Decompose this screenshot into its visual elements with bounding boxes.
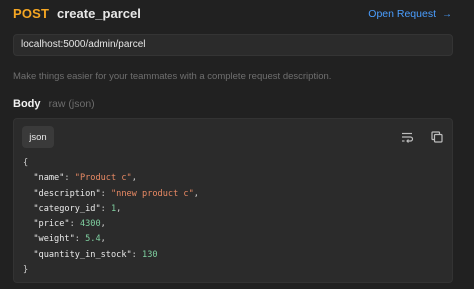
url-field[interactable]: localhost:5000/admin/parcel: [13, 34, 453, 56]
request-description-placeholder[interactable]: Make things easier for your teammates wi…: [13, 71, 331, 82]
code-close-brace: }: [23, 265, 29, 276]
open-request-label: Open Request: [368, 8, 436, 20]
code-value: 5.4: [85, 234, 101, 245]
wrap-text-icon[interactable]: [400, 130, 414, 144]
request-name: create_parcel: [57, 6, 141, 21]
code-value: "Product c": [74, 173, 132, 184]
code-value: "nnew product c": [110, 188, 194, 199]
code-key: "description": [33, 188, 101, 199]
body-mode-label: raw (json): [48, 98, 95, 110]
code-key: "name": [33, 173, 65, 184]
code-key: "category_id": [33, 203, 101, 214]
arrow-right-icon: →: [442, 8, 452, 20]
body-code-panel: json { "name": "Product c", "description…: [13, 118, 453, 283]
request-header: POST create_parcel Open Request →: [13, 6, 465, 22]
code-value: 4300: [79, 219, 101, 230]
code-key: "weight": [33, 234, 75, 245]
body-section-title: Body raw (json): [13, 98, 95, 110]
http-method-label: POST: [13, 6, 50, 21]
code-value: 130: [142, 249, 158, 260]
json-code-block[interactable]: { "name": "Product c", "description": "n…: [23, 156, 199, 278]
code-key: "price": [33, 219, 70, 230]
copy-icon[interactable]: [430, 130, 444, 144]
open-request-link[interactable]: Open Request →: [368, 8, 452, 20]
url-text: localhost:5000/admin/parcel: [21, 39, 146, 50]
code-key: "quantity_in_stock": [33, 249, 132, 260]
body-label: Body: [13, 98, 41, 110]
language-tab-json[interactable]: json: [22, 126, 54, 148]
code-open-brace: {: [23, 158, 29, 168]
